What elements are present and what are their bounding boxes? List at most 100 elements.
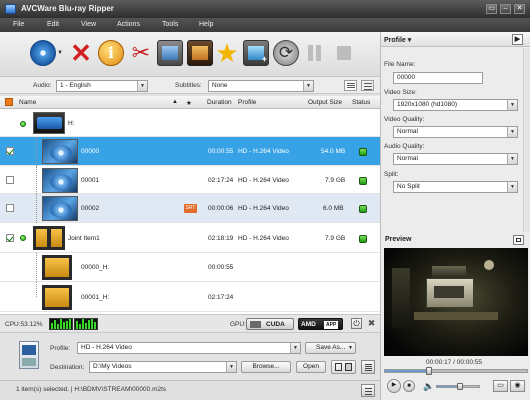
merge-icon[interactable] [157, 40, 183, 66]
chevron-down-icon: ▼ [507, 154, 517, 164]
volume-icon[interactable]: 🔈 [423, 381, 434, 392]
expand-toggle-icon[interactable] [20, 121, 26, 127]
title-bar: AVCWare Blu-ray Ripper ▭ – ✕ [0, 0, 530, 18]
row-checkbox[interactable] [6, 147, 14, 155]
row-profile: HD - H.264 Video [238, 148, 289, 155]
col-name[interactable]: Name [19, 99, 36, 106]
open-button[interactable]: Open [296, 361, 326, 373]
list-item[interactable]: H: [0, 109, 380, 137]
profile-panel-title[interactable]: Profile ▾ [384, 36, 411, 44]
row-name: Joint Item1 [68, 235, 100, 242]
volume-handle[interactable] [457, 383, 464, 390]
window-menu-button[interactable]: ▭ [486, 4, 497, 14]
col-profile[interactable]: Profile [238, 99, 256, 106]
destination-label: Destination: [50, 364, 85, 371]
pause-icon[interactable] [302, 40, 328, 66]
menu-actions[interactable]: Actions [117, 21, 140, 28]
cpu-gpu-bar: CPU:53.12% GPU: CUDA AMD APP ⏻ ✖ [0, 314, 380, 332]
play-button[interactable]: ▶ [387, 379, 401, 393]
detail-view-icon[interactable] [361, 80, 374, 91]
expand-toggle-icon[interactable] [20, 235, 26, 241]
save-as-button[interactable]: Save As... ▼ [305, 342, 356, 354]
video-size-label: Video Size: [384, 89, 417, 96]
collapse-panel-icon[interactable]: ▶ [512, 34, 523, 45]
add-output-icon[interactable]: + [243, 40, 269, 66]
col-output-size[interactable]: Output Size [308, 99, 342, 106]
menu-edit[interactable]: Edit [47, 21, 59, 28]
video-thumbnail [42, 139, 78, 164]
row-checkbox[interactable] [6, 176, 14, 184]
table-row[interactable]: 00002 SRT 00:00:06 HD - H.264 Video 6.0 … [0, 194, 380, 223]
power-icon[interactable]: ⏻ [351, 318, 362, 329]
table-row[interactable]: Joint Item1 02:18:19 HD - H.264 Video 7.… [0, 223, 380, 253]
list-header: Name ▲ ★ Duration Profile Output Size St… [0, 96, 380, 109]
app-window: AVCWare Blu-ray Ripper ▭ – ✕ File Edit V… [0, 0, 530, 400]
chevron-down-icon[interactable]: ▼ [57, 50, 63, 56]
destination-input[interactable]: D:\My Videos ▼ [89, 361, 237, 373]
table-row[interactable]: 00001_H: 02:17:24 [0, 282, 380, 312]
detach-preview-icon[interactable] [513, 235, 524, 245]
amd-app-badge[interactable]: AMD APP [298, 318, 343, 330]
favorite-icon[interactable]: ★ [214, 40, 240, 66]
file-name-value: 00000 [397, 74, 416, 81]
row-checkbox[interactable] [6, 204, 14, 212]
open-disc-icon[interactable] [30, 40, 56, 66]
clip-icon[interactable]: ✂ [128, 40, 154, 66]
list-view-icon[interactable] [344, 80, 357, 91]
col-status[interactable]: Status [352, 99, 370, 106]
remove-icon[interactable]: ✕ [68, 40, 94, 66]
snapshot-folder-icon[interactable]: ▭ [493, 380, 508, 392]
seek-handle[interactable] [426, 367, 433, 375]
row-duration: 00:00:55 [208, 148, 234, 155]
menu-help[interactable]: Help [199, 21, 213, 28]
audio-select[interactable]: 1 - English ▼ [56, 80, 148, 92]
subtitles-select[interactable]: None ▼ [208, 80, 314, 92]
preview-seek-bar[interactable] [384, 367, 528, 375]
task-list-icon[interactable] [361, 384, 375, 397]
table-row[interactable]: 00000 00:00:55 HD - H.264 Video 54.0 MB [0, 137, 380, 166]
row-profile: HD - H.264 Video [238, 177, 289, 184]
camera-icon[interactable]: ◉ [510, 380, 525, 392]
video-quality-select[interactable]: Normal ▼ [393, 126, 518, 138]
menu-tools[interactable]: Tools [162, 21, 178, 28]
browse-button[interactable]: Browse... [241, 361, 291, 373]
cpu-graph-core2 [74, 318, 98, 330]
table-row[interactable]: 00000_H: 00:00:55 [0, 253, 380, 282]
volume-slider[interactable] [436, 383, 480, 390]
effect-icon[interactable] [187, 40, 213, 66]
row-profile: HD - H.264 Video [238, 235, 289, 242]
joint-item-icon [33, 226, 65, 250]
sort-icon[interactable]: ▲ [172, 99, 178, 105]
audio-quality-select[interactable]: Normal ▼ [393, 153, 518, 165]
table-row[interactable]: 00001 02:17:24 HD - H.264 Video 7.9 GB [0, 166, 380, 194]
select-all-checkbox[interactable] [5, 98, 13, 106]
minimize-button[interactable]: – [500, 4, 511, 14]
row-duration: 02:18:19 [208, 235, 234, 242]
row-checkbox[interactable] [6, 234, 14, 242]
file-name-input[interactable]: 00000 [393, 72, 483, 84]
profile-panel-header: Profile ▾ ▶ [381, 32, 530, 47]
split-select[interactable]: No Split ▼ [393, 181, 518, 193]
close-button[interactable]: ✕ [514, 4, 525, 14]
star-column-icon: ★ [186, 100, 192, 107]
convert-icon[interactable]: ⟳ [273, 40, 299, 66]
panel-scrollbar[interactable] [523, 48, 530, 232]
row-name: 00001 [81, 177, 100, 184]
toolbar: ▼ ✕ i ✂ ★ + ⟳ [0, 32, 380, 77]
cuda-badge[interactable]: CUDA [246, 318, 294, 330]
video-preview [384, 248, 528, 356]
info-icon[interactable]: i [98, 40, 124, 66]
split-label: Split: [384, 171, 399, 178]
col-duration[interactable]: Duration [207, 99, 232, 106]
video-thumbnail [42, 168, 78, 193]
video-size-select[interactable]: 1920x1080 (hd1080) ▼ [393, 99, 518, 111]
stop-preview-button[interactable]: ■ [403, 380, 415, 392]
stop-icon[interactable] [331, 40, 357, 66]
output-list-icon[interactable] [361, 360, 375, 374]
menu-view[interactable]: View [81, 21, 96, 28]
profile-select[interactable]: HD - H.264 Video ▼ [77, 342, 301, 354]
row-output-size: 54.0 MB [321, 148, 346, 155]
merge-output-icon[interactable] [331, 360, 356, 374]
menu-file[interactable]: File [13, 21, 24, 28]
tools-icon[interactable]: ✖ [366, 318, 377, 329]
